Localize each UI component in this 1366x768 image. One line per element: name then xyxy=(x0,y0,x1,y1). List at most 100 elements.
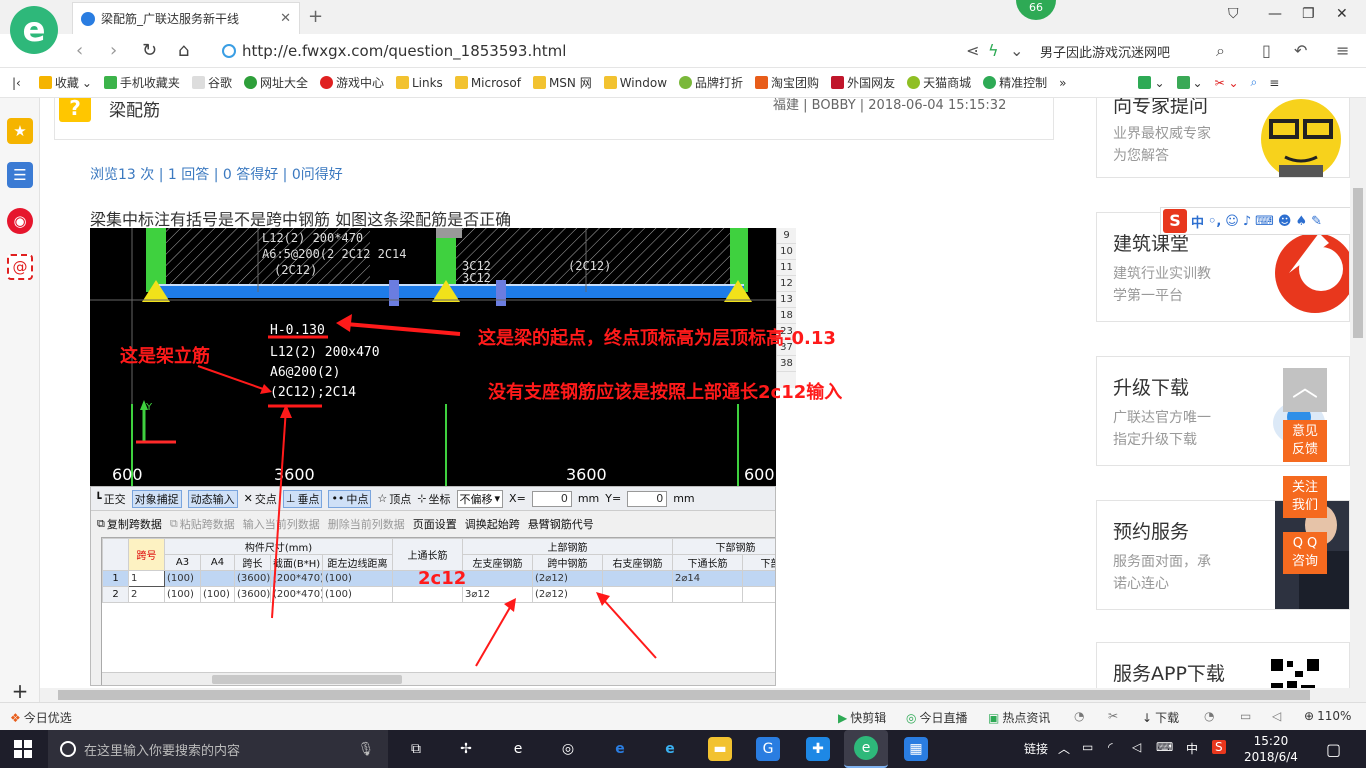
question-meta-text[interactable]: 福建 | BOBBY | 2018-06-04 15:15:32 xyxy=(773,98,1006,113)
downloads[interactable]: ↓ 下载 xyxy=(1142,709,1179,726)
sidebar-toggle-icon[interactable]: |‹ xyxy=(12,76,21,90)
taskbar-search-input[interactable]: 在这里输入你要搜索的内容 🎙 xyxy=(48,730,388,768)
browser-taskbar-icon[interactable]: e xyxy=(844,730,888,768)
mail-icon[interactable]: @ xyxy=(7,254,33,280)
search-text[interactable]: 男子因此游戏沉迷网吧 xyxy=(1040,42,1170,61)
ime-toolbar[interactable]: S 中 ◦, ☺ ♪ ⌨ ☻ ♠ ✎ xyxy=(1160,207,1366,235)
bookmark-item[interactable]: 谷歌 xyxy=(191,74,232,91)
mobile-icon[interactable]: ▯ xyxy=(1262,41,1271,60)
ime-mode[interactable]: 中 xyxy=(1191,212,1204,231)
weibo-icon[interactable]: ◉ xyxy=(7,208,33,234)
address-bar[interactable]: http://e.fwxgx.com/question_1853593.html xyxy=(222,39,962,63)
user-icon[interactable]: ☻ xyxy=(1278,214,1292,229)
hot-news[interactable]: ▣ 热点资讯 xyxy=(988,709,1050,726)
sogou-tray-icon[interactable]: S xyxy=(1212,740,1226,754)
wifi-icon[interactable]: ◜ xyxy=(1108,740,1113,754)
bookmark-item[interactable]: 天猫商城 xyxy=(907,74,971,91)
internet-explorer-icon[interactable]: e xyxy=(658,737,682,761)
microphone-icon[interactable]: 🎙 xyxy=(357,742,374,757)
mute-icon[interactable]: ◁ xyxy=(1272,709,1281,723)
close-window-icon[interactable]: ✕ xyxy=(1336,6,1348,22)
no-image-icon[interactable]: ✂ xyxy=(1108,709,1118,723)
keyboard-icon[interactable]: ⌨ xyxy=(1255,214,1274,229)
privacy-icon[interactable]: ◔ xyxy=(1204,709,1214,723)
app-download-card[interactable]: 服务APP下载 xyxy=(1096,642,1350,688)
new-tab-icon[interactable]: + xyxy=(308,6,323,27)
horizontal-scroll-thumb[interactable] xyxy=(58,690,1310,700)
vertical-scrollbar[interactable] xyxy=(1350,98,1366,688)
translate-icon[interactable]: ⌄ xyxy=(1176,76,1203,90)
bookmark-item[interactable]: 手机收藏夹 xyxy=(103,74,180,91)
speed-icon[interactable]: ◔ xyxy=(1074,709,1084,723)
favorites-star-icon[interactable]: ★ xyxy=(7,118,33,144)
menu-icon[interactable]: ≡ xyxy=(1336,41,1349,60)
bookmark-item[interactable]: 游戏中心 xyxy=(319,74,384,91)
browser-logo-icon[interactable]: e xyxy=(10,6,58,54)
reader-icon[interactable]: ☰ xyxy=(7,162,33,188)
skin-icon[interactable]: ⛉ xyxy=(1228,6,1239,22)
swirl-app-icon[interactable]: ◎ xyxy=(556,737,580,761)
qq-consult-button[interactable]: Q Q 咨询 xyxy=(1283,532,1327,574)
browser-tab[interactable]: 梁配筋_广联达服务新干线 ✕ xyxy=(72,2,300,34)
sogou-logo-icon[interactable]: S xyxy=(1163,209,1187,233)
lightning-icon[interactable]: ϟ xyxy=(988,41,999,60)
volume-icon[interactable]: ◁ xyxy=(1132,740,1141,754)
ask-expert-card[interactable]: 向专家提问 业界最权威专家 为您解答 xyxy=(1096,98,1350,178)
chevron-down-icon[interactable]: ⌄ xyxy=(1010,41,1023,60)
bookmark-folder[interactable]: MSN 网 xyxy=(532,74,592,91)
bookmark-item[interactable]: 淘宝团购 xyxy=(755,74,819,91)
search-tool-icon[interactable]: ⌕ xyxy=(1251,75,1258,90)
scissors-icon[interactable]: ✂ ⌄ xyxy=(1215,76,1239,90)
add-icon[interactable]: + xyxy=(7,678,33,704)
tray-expand-icon[interactable]: ︿ xyxy=(1058,740,1070,757)
back-to-top-button[interactable]: ︿ xyxy=(1283,368,1327,412)
bookmark-item[interactable]: 精准控制 xyxy=(983,74,1047,91)
more-tools-icon[interactable]: ≡ xyxy=(1269,76,1279,90)
refresh-icon[interactable]: ↻ xyxy=(142,40,157,61)
settings-icon[interactable]: ✎ xyxy=(1311,214,1322,229)
today-picks[interactable]: ❖ 今日优选 xyxy=(10,709,72,726)
vertical-scroll-thumb[interactable] xyxy=(1353,188,1363,338)
glodon-g-icon[interactable]: G xyxy=(756,737,780,761)
live-today[interactable]: ◎ 今日直播 xyxy=(906,709,968,726)
ie-app-icon[interactable]: e xyxy=(506,737,530,761)
minimize-icon[interactable]: — xyxy=(1268,6,1282,22)
back-icon[interactable]: ‹ xyxy=(76,40,83,61)
punctuation-icon[interactable]: ◦, xyxy=(1208,214,1221,229)
file-explorer-icon[interactable]: ▬ xyxy=(708,737,732,761)
more-bookmarks-icon[interactable]: » xyxy=(1059,76,1066,90)
search-icon[interactable]: ⌕ xyxy=(1216,41,1225,61)
windows-start-icon[interactable] xyxy=(14,740,32,758)
url-text[interactable]: http://e.fwxgx.com/question_1853593.html xyxy=(242,42,566,60)
bookmark-item[interactable]: 网址大全 xyxy=(243,74,308,91)
ime-indicator[interactable]: 中 xyxy=(1186,740,1198,757)
follow-us-button[interactable]: 关注 我们 xyxy=(1283,476,1327,518)
forward-icon[interactable]: › xyxy=(110,40,117,61)
bookmark-favorites[interactable]: 收藏 ⌄ xyxy=(38,74,92,91)
task-view-icon[interactable]: ⧉ xyxy=(404,737,428,761)
emoji-icon[interactable]: ☺ xyxy=(1225,214,1239,229)
search-input[interactable]: 男子因此游戏沉迷网吧 xyxy=(1040,39,1240,63)
undo-icon[interactable]: ↶ xyxy=(1294,41,1307,60)
notification-badge[interactable]: 66 xyxy=(1016,0,1056,20)
shield-icon[interactable]: ⌄ xyxy=(1138,76,1165,90)
window-icon[interactable]: ▭ xyxy=(1240,709,1251,723)
plus-app-icon[interactable]: ✚ xyxy=(806,737,830,761)
bookmark-folder[interactable]: Microsof xyxy=(454,76,521,90)
skin-shirt-icon[interactable]: ♠ xyxy=(1295,214,1307,229)
taskbar-clock[interactable]: 15:20 2018/6/4 xyxy=(1244,733,1298,765)
share-icon[interactable]: ⋖ xyxy=(966,41,979,60)
restore-icon[interactable]: ❐ xyxy=(1302,6,1315,22)
edge-icon[interactable]: e xyxy=(608,737,632,761)
zoom-control[interactable]: ⊕ 110% xyxy=(1304,709,1351,723)
keyboard-icon[interactable]: ⌨ xyxy=(1156,740,1173,754)
home-icon[interactable]: ⌂ xyxy=(178,40,189,61)
horizontal-scrollbar[interactable] xyxy=(40,688,1366,702)
fan-app-icon[interactable]: ✢ xyxy=(454,737,478,761)
bookmark-folder[interactable]: Links xyxy=(395,76,443,90)
calculator-app-icon[interactable]: ▦ xyxy=(904,737,928,761)
bookmark-folder[interactable]: Window xyxy=(603,76,667,90)
link-label[interactable]: 链接 xyxy=(1024,740,1048,757)
quick-edit[interactable]: ▶ 快剪辑 xyxy=(838,709,886,726)
feedback-button[interactable]: 意见 反馈 xyxy=(1283,420,1327,462)
